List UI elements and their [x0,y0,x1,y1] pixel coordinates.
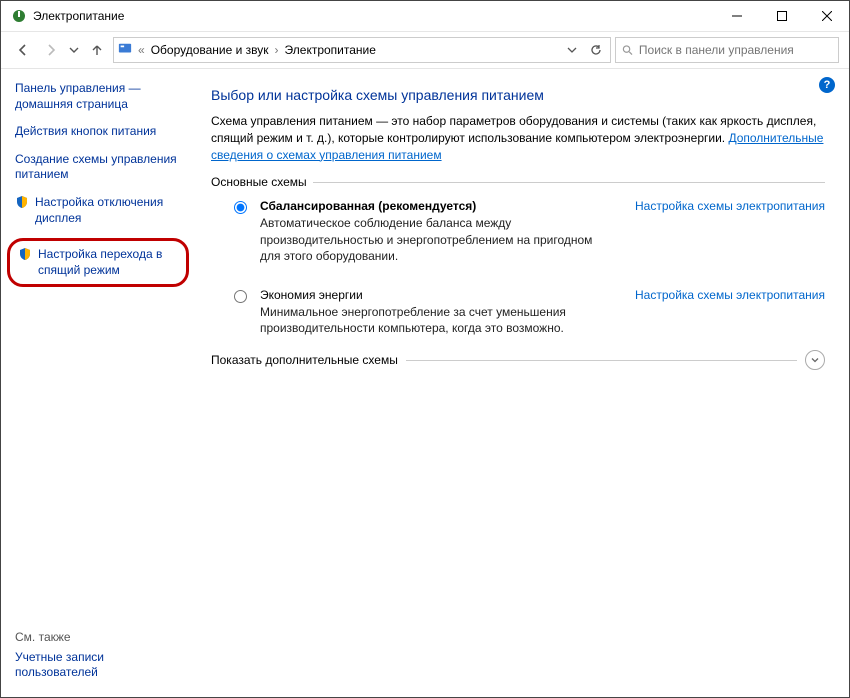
plan-saver-desc: Минимальное энергопотребление за счет ум… [260,304,605,336]
help-icon[interactable]: ? [819,77,835,93]
minimize-button[interactable] [714,1,759,31]
page-title: Выбор или настройка схемы управления пит… [211,87,825,103]
shield-icon [15,195,29,214]
sidebar-sleep-link[interactable]: Настройка перехода в спящий режим [7,238,189,287]
plan-balanced-title: Сбалансированная (рекомендуется) [260,199,605,213]
titlebar: Электропитание [1,1,849,32]
show-more-label: Показать дополнительные схемы [211,353,398,367]
nav-row: « Оборудование и звук › Электропитание [1,32,849,69]
breadcrumb-item[interactable]: Электропитание [285,43,376,57]
search-box[interactable] [615,37,839,63]
intro-body: Схема управления питанием — это набор па… [211,114,816,145]
show-more-plans[interactable]: Показать дополнительные схемы [211,350,825,370]
sidebar-item-label: Создание схемы управления питанием [15,152,185,183]
plan-saver-title: Экономия энергии [260,288,605,302]
sidebar: Панель управления — домашняя страница Де… [1,69,191,697]
sidebar-user-accounts-link[interactable]: Учетные записи пользователей [15,650,185,681]
maximize-button[interactable] [759,1,804,31]
plan-balanced-desc: Автоматическое соблюдение баланса между … [260,215,605,264]
app-icon [11,8,27,24]
shield-icon [18,247,32,266]
recent-locations-button[interactable] [67,38,81,62]
search-icon [622,44,633,56]
plan-balanced-settings-link[interactable]: Настройка схемы электропитания [635,199,825,213]
window: Электропитание « Оборудов [0,0,850,698]
intro-text: Схема управления питанием — это набор па… [211,113,825,163]
chevron-down-icon [805,350,825,370]
plan-balanced-radio[interactable] [234,201,247,214]
sidebar-home-link[interactable]: Панель управления — домашняя страница [15,81,185,112]
close-button[interactable] [804,1,849,31]
up-button[interactable] [85,38,109,62]
section-label: Основные схемы [211,175,307,189]
sidebar-create-plan-link[interactable]: Создание схемы управления питанием [15,152,185,183]
address-bar[interactable]: « Оборудование и звук › Электропитание [113,37,611,63]
plan-saver-radio[interactable] [234,290,247,303]
section-main-plans: Основные схемы [211,175,825,189]
sidebar-item-label: Учетные записи пользователей [15,650,185,681]
main-content: ? Выбор или настройка схемы управления п… [191,69,849,697]
sidebar-item-label: Действия кнопок питания [15,124,156,140]
plan-row: Экономия энергии Минимальное энергопотре… [229,288,825,336]
window-title: Электропитание [33,9,124,23]
sidebar-display-off-link[interactable]: Настройка отключения дисплея [15,195,185,226]
back-button[interactable] [11,38,35,62]
plan-row: Сбалансированная (рекомендуется) Автомат… [229,199,825,264]
breadcrumb-sep-icon: « [136,43,147,57]
chevron-right-icon: › [273,43,281,57]
control-panel-icon [118,42,132,59]
sidebar-item-label: Настройка перехода в спящий режим [38,247,178,278]
refresh-button[interactable] [586,44,606,56]
breadcrumb-item[interactable]: Оборудование и звук [151,43,269,57]
sidebar-see-also-label: См. также [15,630,185,644]
sidebar-power-buttons-link[interactable]: Действия кнопок питания [15,124,185,140]
search-input[interactable] [637,42,832,58]
sidebar-home-label: Панель управления — домашняя страница [15,81,185,112]
sidebar-item-label: Настройка отключения дисплея [35,195,185,226]
body: Панель управления — домашняя страница Де… [1,69,849,697]
forward-button[interactable] [39,38,63,62]
plan-saver-settings-link[interactable]: Настройка схемы электропитания [635,288,825,302]
address-dropdown-button[interactable] [562,45,582,55]
